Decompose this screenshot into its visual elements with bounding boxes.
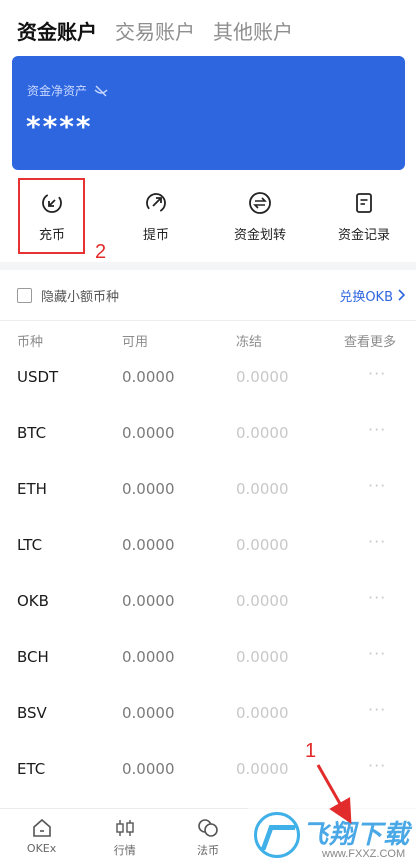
- annotation-arrow-icon: [316, 764, 352, 824]
